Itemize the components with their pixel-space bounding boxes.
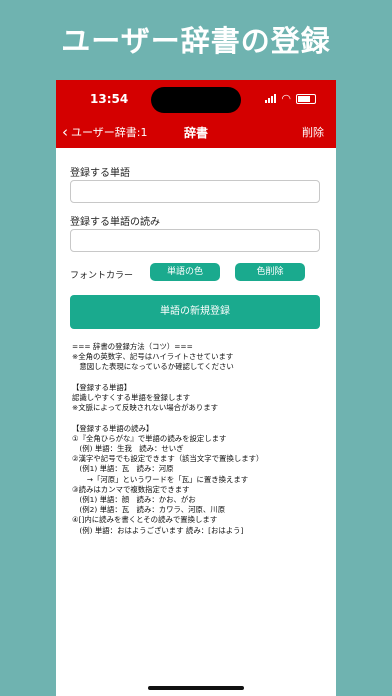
font-color-label: フォントカラー: [70, 271, 134, 281]
help-line: (例1) 単語：顔 読み：かお、がお: [72, 495, 196, 505]
help-line: (例) 単語：生我 読み：せいぎ: [72, 444, 184, 454]
word-label: 登録する単語: [70, 168, 130, 179]
dynamic-island: [151, 87, 241, 113]
promo-title: ユーザー辞書の登録: [61, 24, 331, 58]
battery-icon: [296, 93, 316, 104]
help-line: →「河原」というワードを「瓦」に置き換えます: [72, 474, 249, 484]
page-title: 辞書: [183, 126, 208, 140]
help-line: [72, 373, 328, 383]
help-line: (例1) 単語：瓦 読み：河原: [72, 464, 174, 474]
status-icons: ◠: [265, 92, 316, 105]
help-line: ①『全角ひらがな』で単語の読みを設定します: [72, 433, 227, 443]
reading-label: 登録する単語の読み: [70, 217, 160, 228]
help-line: ③読みはカンマで複数指定できます: [72, 484, 190, 494]
help-line: 意図した表現になっているか確認してください: [72, 362, 234, 372]
help-line: (例) 単語：おはようございます 読み：[おはよう]: [72, 525, 244, 535]
word-input[interactable]: [70, 180, 320, 203]
navigation-bar: 13:54 ◠ ‹ ユーザー辞書:1 辞書 削除: [56, 80, 336, 148]
help-line: ※全角の英数字、記号はハイライトさせています: [72, 352, 234, 362]
help-line: 【登録する単語の読み】: [72, 423, 154, 433]
help-line: ④[]内に読みを書くとその読みで置換します: [72, 515, 218, 525]
color-delete-button[interactable]: 色削除: [235, 263, 305, 281]
home-indicator: [148, 686, 244, 690]
help-line: === 辞書の登録方法（コツ）===: [72, 342, 193, 351]
help-line: 認識しやすくする単語を登録します: [72, 393, 191, 403]
word-color-button[interactable]: 単語の色: [150, 263, 220, 281]
wifi-icon: ◠: [281, 92, 291, 105]
status-time: 13:54: [90, 92, 129, 106]
help-line: ②漢字や記号でも設定できます（該当文字で置換します）: [72, 454, 264, 464]
register-word-button[interactable]: 単語の新規登録: [70, 295, 320, 329]
help-line: ※文脈によって反映されない場合があります: [72, 403, 219, 413]
help-line: (例2) 単語：瓦 読み：カワラ、河原、川原: [72, 505, 226, 515]
help-text: === 辞書の登録方法（コツ）=== ※全角の英数字、記号はハイライトさせています…: [72, 342, 328, 536]
help-line: 【登録する単語】: [72, 382, 132, 392]
delete-button[interactable]: 削除: [302, 124, 324, 140]
help-line: [72, 413, 328, 423]
reading-input[interactable]: [70, 229, 320, 252]
signal-icon: [265, 94, 277, 103]
phone-screen: 13:54 ◠ ‹ ユーザー辞書:1 辞書 削除 登録する単語 登録する単語の読…: [56, 80, 336, 696]
